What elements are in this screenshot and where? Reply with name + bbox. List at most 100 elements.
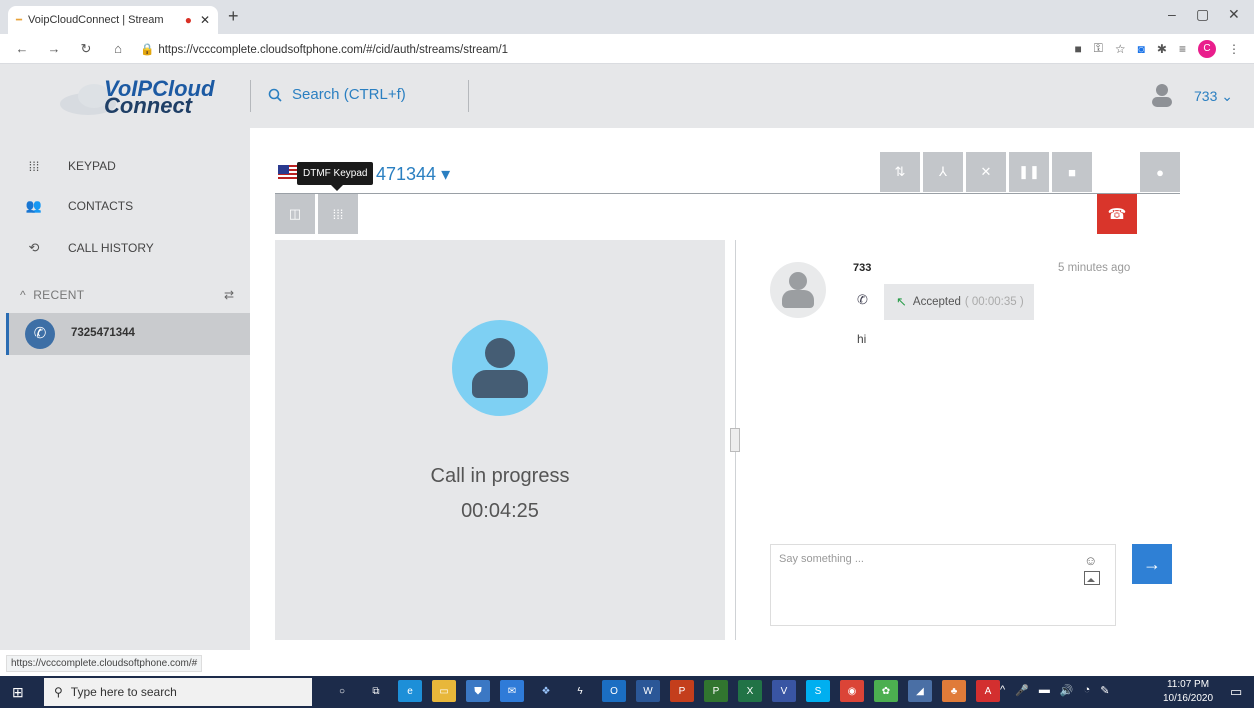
hold-button[interactable]: ❚❚ (1009, 152, 1049, 192)
outlook-icon[interactable]: O (602, 680, 626, 702)
keypad-icon: ⁞⁞⁞ (28, 158, 40, 174)
sidebar-item-call-history[interactable]: ⟲ CALL HISTORY (0, 228, 250, 268)
search-button[interactable]: Search (CTRL+f) (268, 86, 406, 103)
phone-avatar-icon: ✆ (25, 319, 55, 349)
url-field[interactable]: 🔒 https://vcccomplete.cloudsoftphone.com/… (140, 42, 508, 56)
header-divider (468, 80, 469, 112)
mute-icon: ✕ (980, 164, 992, 179)
video-icon: ■ (1068, 164, 1076, 180)
arrow-right-icon: → (1143, 553, 1161, 574)
caret-down-icon: ▾ (441, 164, 451, 184)
split-view-button[interactable]: ◫ (275, 194, 315, 234)
clock-date: 10/16/2020 (1162, 693, 1214, 704)
key-icon[interactable]: ⚿ (1094, 41, 1103, 56)
new-tab-icon[interactable]: + (228, 6, 239, 27)
chrome-icon[interactable]: ◉ (840, 680, 864, 702)
tray-chevron-icon[interactable]: ^ (1000, 684, 1005, 697)
project-icon[interactable]: P (704, 680, 728, 702)
app-icon[interactable]: ♣ (942, 680, 966, 702)
dtmf-keypad-button[interactable]: ⁞⁞⁞ (318, 194, 358, 234)
recent-section-toggle[interactable]: ^ RECENT (20, 288, 84, 302)
clock-time: 11:07 PM (1166, 679, 1210, 690)
user-avatar-icon[interactable] (1150, 83, 1174, 107)
sidebar-item-contacts[interactable]: 👥 CONTACTS (0, 186, 250, 226)
call-panel (275, 240, 725, 640)
resize-handle[interactable] (730, 428, 740, 452)
home-icon[interactable]: ⌂ (108, 41, 128, 56)
hangup-button[interactable]: ☎ (1097, 194, 1137, 234)
taskbar-search[interactable]: ⚲ Type here to search (44, 678, 312, 706)
pen-icon[interactable]: ✎ (1100, 684, 1109, 697)
skype-icon[interactable]: S (806, 680, 830, 702)
sidebar-item-label: CONTACTS (68, 199, 134, 213)
window-close-icon[interactable]: ✕ (1228, 6, 1240, 23)
edge-icon[interactable]: e (398, 680, 422, 702)
dropbox-icon[interactable]: ❖ (534, 680, 558, 702)
excel-icon[interactable]: X (738, 680, 762, 702)
wifi-icon[interactable]: ◔ (1084, 684, 1091, 697)
contact-button[interactable]: ● (1140, 152, 1180, 192)
call-event-phone-icon: ✆ (857, 292, 868, 307)
message-input[interactable]: Say something ... (770, 544, 1116, 626)
task-view-icon[interactable]: ⧉ (364, 680, 388, 702)
merge-button[interactable]: ⅄ (923, 152, 963, 192)
puzzle-icon[interactable]: ✱ (1157, 42, 1167, 56)
windows-start-icon[interactable]: ⊞ (12, 684, 24, 701)
back-icon[interactable]: ← (12, 41, 32, 56)
recent-item[interactable]: ✆ 7325471344 (6, 313, 250, 355)
app-icon[interactable]: ◢ (908, 680, 932, 702)
system-tray: ^ 🎤 ▬ 🔊 ◔ ✎ (1000, 684, 1109, 697)
cortana-icon[interactable]: ○ (330, 680, 354, 702)
caller-number[interactable]: 471344 ▾ (376, 164, 450, 185)
send-button[interactable]: → (1132, 544, 1172, 584)
user-menu[interactable]: 733 ⌄ (1194, 88, 1233, 105)
emoji-icon[interactable]: ☺ (1084, 553, 1097, 568)
visio-icon[interactable]: V (772, 680, 796, 702)
profile-avatar[interactable]: C (1198, 39, 1216, 58)
swap-icon[interactable]: ⇄ (224, 288, 234, 302)
call-event-duration: ( 00:00:35 ) (964, 296, 1024, 308)
browser-tab[interactable]: ━ VoipCloudConnect | Stream ● ✕ (8, 6, 218, 34)
camera-icon[interactable]: ■ (1075, 42, 1082, 56)
logo: VoIPCloud Connect (58, 76, 218, 118)
store-icon[interactable]: ⛊ (466, 680, 490, 702)
powerpoint-icon[interactable]: P (670, 680, 694, 702)
notification-icon[interactable]: ▭ (1230, 684, 1242, 700)
pause-icon: ❚❚ (1018, 164, 1040, 179)
person-icon: ● (1156, 164, 1164, 180)
tooltip: DTMF Keypad (297, 162, 374, 191)
app-icon[interactable]: ϟ (568, 680, 592, 702)
menu-icon[interactable]: ⋮ (1228, 42, 1240, 56)
recent-label: RECENT (33, 288, 85, 302)
keypad-icon: ⁞⁞⁞ (332, 206, 344, 222)
contacts-icon: 👥 (25, 198, 43, 213)
sidebar-item-keypad[interactable]: ⁞⁞⁞ KEYPAD (0, 146, 250, 186)
extension-icon[interactable]: ◙ (1138, 42, 1145, 56)
tab-close-icon[interactable]: ✕ (200, 13, 210, 27)
transfer-button[interactable]: ⇅ (880, 152, 920, 192)
app-icon[interactable]: ✿ (874, 680, 898, 702)
tab-favicon-icon: ━ (16, 14, 23, 26)
image-attach-icon[interactable] (1084, 571, 1100, 585)
volume-icon[interactable]: 🔊 (1060, 684, 1074, 697)
mail-icon[interactable]: ✉ (500, 680, 524, 702)
transfer-icon: ⇅ (894, 164, 906, 179)
toolbar-divider (275, 193, 1180, 194)
caller-avatar-icon (452, 320, 548, 416)
minimize-icon[interactable]: – (1168, 6, 1176, 22)
battery-icon[interactable]: ▬ (1039, 684, 1050, 697)
star-icon[interactable]: ☆ (1115, 42, 1126, 56)
forward-icon[interactable]: → (44, 41, 64, 56)
history-icon: ⟲ (28, 240, 40, 255)
microphone-icon[interactable]: 🎤 (1015, 684, 1029, 697)
video-button[interactable]: ■ (1052, 152, 1092, 192)
mute-button[interactable]: ✕ (966, 152, 1006, 192)
reload-icon[interactable]: ↻ (76, 41, 96, 57)
word-icon[interactable]: W (636, 680, 660, 702)
maximize-icon[interactable]: ▢ (1196, 6, 1209, 23)
header-divider (250, 80, 251, 112)
taskbar-clock[interactable]: 11:07 PM 10/16/2020 (1160, 678, 1216, 706)
reading-list-icon[interactable]: ≡ (1179, 42, 1186, 56)
file-explorer-icon[interactable]: ▭ (432, 680, 456, 702)
acrobat-icon[interactable]: A (976, 680, 1000, 702)
